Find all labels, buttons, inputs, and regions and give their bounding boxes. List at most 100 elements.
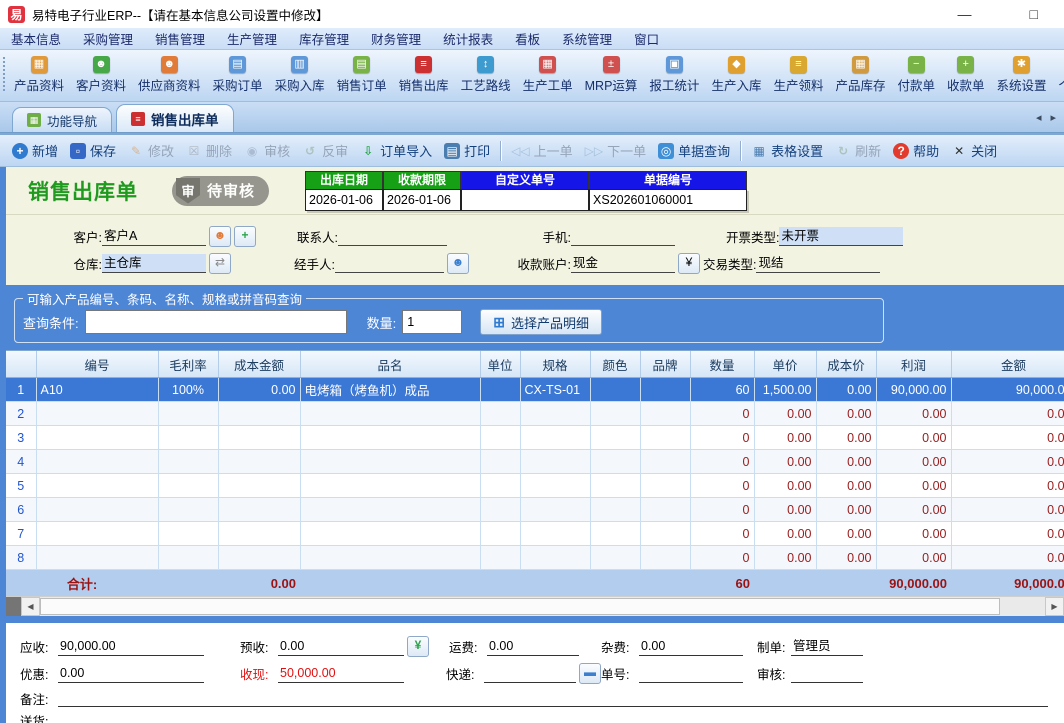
- cell-color[interactable]: [590, 546, 640, 570]
- cell-brand[interactable]: [640, 522, 690, 546]
- cell-amount[interactable]: 0.00: [951, 402, 1064, 426]
- cell-cost-price[interactable]: 0.00: [816, 378, 876, 402]
- doc-toolbar-help[interactable]: ?帮助: [887, 141, 945, 160]
- cell-cost-price[interactable]: 0.00: [816, 426, 876, 450]
- cell-unit[interactable]: [480, 378, 520, 402]
- doc-toolbar-audit[interactable]: ◉审核: [238, 141, 296, 160]
- express-pick-button[interactable]: ▬: [579, 663, 601, 684]
- menu-window-menu[interactable]: 窗口: [623, 29, 670, 48]
- cell-price[interactable]: 0.00: [754, 546, 816, 570]
- cell-price[interactable]: 0.00: [754, 450, 816, 474]
- invoice-type-field[interactable]: 未开票: [779, 227, 903, 246]
- menu-system-mgmt[interactable]: 系统管理: [551, 29, 623, 48]
- prepaid-currency-button[interactable]: ¥: [407, 636, 429, 657]
- cell-brand[interactable]: [640, 426, 690, 450]
- cell-amount[interactable]: 90,000.00: [951, 378, 1064, 402]
- cell-spec[interactable]: [520, 546, 590, 570]
- prepaid-field[interactable]: 0.00: [278, 638, 404, 656]
- cell-cost-price[interactable]: 0.00: [816, 522, 876, 546]
- doc-toolbar-save[interactable]: ▫保存: [64, 141, 122, 160]
- outbound-date-value[interactable]: 2026-01-06: [305, 189, 383, 211]
- cell-profit[interactable]: 0.00: [876, 546, 951, 570]
- cell-unit[interactable]: [480, 402, 520, 426]
- doc-number-value[interactable]: XS202601060001: [589, 189, 747, 211]
- menu-dashboard[interactable]: 看板: [504, 29, 551, 48]
- scroll-right-button[interactable]: ▶: [1045, 597, 1064, 616]
- cell-cost-amount[interactable]: [218, 546, 300, 570]
- cell-unit[interactable]: [480, 426, 520, 450]
- cell-qty[interactable]: 60: [690, 378, 754, 402]
- account-currency-button[interactable]: ¥: [678, 253, 700, 274]
- warehouse-field[interactable]: 主仓库: [102, 254, 206, 273]
- cell-color[interactable]: [590, 426, 640, 450]
- cell-product-name[interactable]: [300, 426, 480, 450]
- row-number[interactable]: 4: [6, 450, 36, 474]
- cell-qty[interactable]: 0: [690, 402, 754, 426]
- row-number[interactable]: 6: [6, 498, 36, 522]
- contact-field[interactable]: [338, 227, 447, 246]
- cell-cost-price[interactable]: 0.00: [816, 450, 876, 474]
- toolbar-production-order[interactable]: ▦生产工单: [517, 55, 579, 95]
- doc-toolbar-order-import[interactable]: ⇩订单导入: [354, 141, 438, 160]
- customer-field[interactable]: 客户A: [102, 227, 206, 246]
- toolbar-mrp-calc[interactable]: ±MRP运算: [579, 55, 644, 95]
- cell-profit[interactable]: 0.00: [876, 450, 951, 474]
- cell-product-name[interactable]: 电烤箱（烤鱼机）成品: [300, 378, 480, 402]
- tab-function-nav[interactable]: ▦ 功能导航: [12, 107, 112, 132]
- doc-toolbar-close[interactable]: ✕关闭: [945, 141, 1003, 160]
- tab-sales-outbound-order[interactable]: ≡ 销售出库单: [116, 104, 234, 132]
- trade-type-field[interactable]: 现结: [756, 254, 880, 273]
- cell-cost-price[interactable]: 0.00: [816, 402, 876, 426]
- toolbar-system-settings[interactable]: ✱系统设置: [991, 55, 1053, 95]
- cell-color[interactable]: [590, 378, 640, 402]
- cell-code[interactable]: [36, 522, 158, 546]
- cell-color[interactable]: [590, 450, 640, 474]
- toolbar-payment-bill[interactable]: −付款单: [891, 55, 941, 95]
- toolbar-production-inbound[interactable]: ◆生产入库: [705, 55, 767, 95]
- cell-qty[interactable]: 0: [690, 426, 754, 450]
- cell-brand[interactable]: [640, 546, 690, 570]
- cell-brand[interactable]: [640, 450, 690, 474]
- cell-brand[interactable]: [640, 474, 690, 498]
- toolbar-process-route[interactable]: ↕工艺路线: [455, 55, 517, 95]
- cell-product-name[interactable]: [300, 546, 480, 570]
- cell-price[interactable]: 0.00: [754, 498, 816, 522]
- cell-cost-amount[interactable]: [218, 474, 300, 498]
- cell-unit[interactable]: [480, 474, 520, 498]
- cell-code[interactable]: [36, 546, 158, 570]
- cell-profit[interactable]: 0.00: [876, 522, 951, 546]
- cell-product-name[interactable]: [300, 474, 480, 498]
- cell-profit[interactable]: 0.00: [876, 498, 951, 522]
- cell-unit[interactable]: [480, 546, 520, 570]
- cell-color[interactable]: [590, 402, 640, 426]
- toolbar-personalize[interactable]: ✦个性化: [1053, 55, 1064, 95]
- doc-toolbar-doc-query[interactable]: ◎单据查询: [652, 141, 736, 160]
- cell-cost-amount[interactable]: [218, 402, 300, 426]
- custom-number-value[interactable]: [461, 189, 589, 211]
- cell-cost-price[interactable]: 0.00: [816, 546, 876, 570]
- toolbar-production-picking[interactable]: ≡生产领料: [767, 55, 829, 95]
- account-field[interactable]: 现金: [571, 254, 675, 273]
- cell-brand[interactable]: [640, 402, 690, 426]
- cell-gross-margin[interactable]: [158, 402, 218, 426]
- menu-sales-mgmt[interactable]: 销售管理: [144, 29, 216, 48]
- cell-gross-margin[interactable]: 100%: [158, 378, 218, 402]
- doc-toolbar-refresh[interactable]: ↻刷新: [829, 141, 887, 160]
- cell-price[interactable]: 0.00: [754, 402, 816, 426]
- toolbar-purchase-order[interactable]: ▤采购订单: [207, 55, 269, 95]
- handler-field[interactable]: [335, 254, 444, 273]
- cell-spec[interactable]: CX-TS-01: [520, 378, 590, 402]
- cell-amount[interactable]: 0.00: [951, 450, 1064, 474]
- cell-profit[interactable]: 90,000.00: [876, 378, 951, 402]
- row-number[interactable]: 3: [6, 426, 36, 450]
- customer-add-button[interactable]: +: [234, 226, 256, 247]
- cell-profit[interactable]: 0.00: [876, 402, 951, 426]
- cell-cost-amount[interactable]: 0.00: [218, 378, 300, 402]
- toolbar-purchase-inbound[interactable]: ▥采购入库: [269, 55, 331, 95]
- cell-spec[interactable]: [520, 402, 590, 426]
- cell-unit[interactable]: [480, 450, 520, 474]
- tracking-number-field[interactable]: [639, 665, 743, 683]
- cell-amount[interactable]: 0.00: [951, 498, 1064, 522]
- tab-scroll-left-icon[interactable]: ◂: [1036, 111, 1042, 124]
- menu-report-stats[interactable]: 统计报表: [432, 29, 504, 48]
